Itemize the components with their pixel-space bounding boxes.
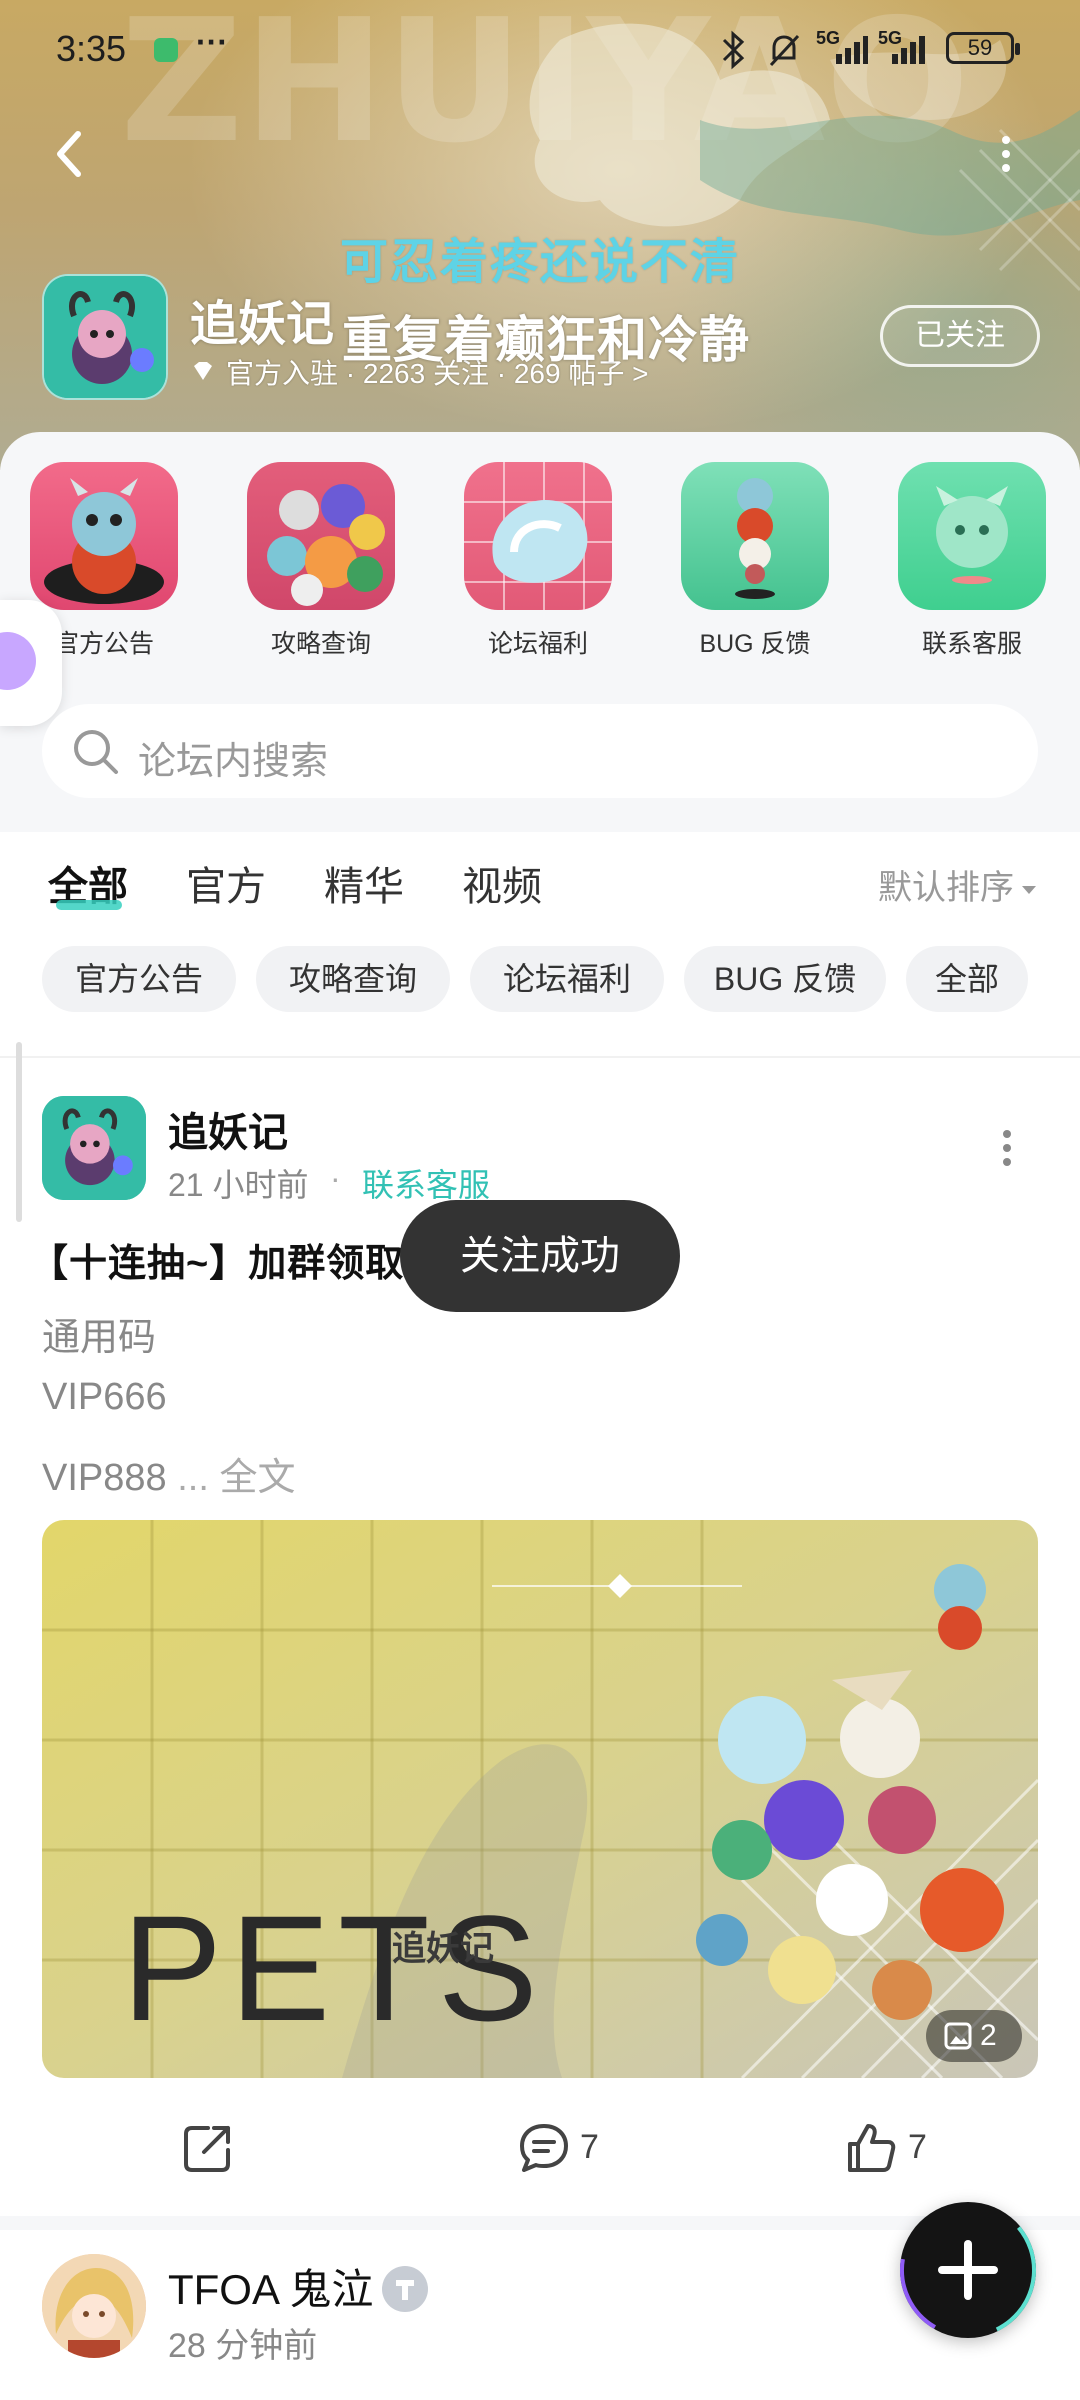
game-character-image xyxy=(44,276,166,398)
next-post-author-avatar[interactable] xyxy=(42,2254,146,2358)
chip-bug-report[interactable]: BUG 反馈 xyxy=(684,946,886,1012)
image-gallery-icon xyxy=(944,2022,972,2050)
shortcut-guides[interactable]: 攻略查询 xyxy=(246,462,396,660)
post-image[interactable]: PETS 追妖记 xyxy=(42,1520,1038,2078)
tab-active-indicator xyxy=(56,900,122,910)
floating-side-widget[interactable] xyxy=(0,600,62,726)
caret-down-icon xyxy=(1022,886,1036,895)
shortcut-guides-image xyxy=(247,462,395,610)
comment-button[interactable]: 7 xyxy=(516,2120,626,2176)
signal-1-icon xyxy=(836,36,868,64)
post-body-line: 通用码 xyxy=(42,1317,157,1359)
chip-guides[interactable]: 攻略查询 xyxy=(256,946,450,1012)
post-author-name[interactable]: 追妖记 xyxy=(168,1100,288,1158)
full-text-link[interactable]: 全文 xyxy=(219,1457,295,1499)
post-body-last-line: VIP888 ... 全文 xyxy=(42,1446,295,1501)
mute-bell-icon xyxy=(769,34,800,67)
shortcut-welfare-label: 论坛福利 xyxy=(487,630,588,658)
next-post-author-name[interactable]: TFOA 鬼泣 xyxy=(168,2256,373,2317)
user-level-badge-icon xyxy=(382,2266,428,2312)
tab-featured[interactable]: 精华 xyxy=(324,854,404,912)
post-body-line: VIP666 xyxy=(42,1376,167,1418)
image-count: 2 xyxy=(980,2019,997,2052)
scrollbar[interactable] xyxy=(16,1042,22,1222)
sort-label: 默认排序 xyxy=(878,869,1014,907)
comment-icon xyxy=(520,2124,568,2172)
next-post-time: 28 分钟前 xyxy=(168,2327,318,2365)
image-count-badge: 2 xyxy=(926,2010,1022,2062)
search-input[interactable]: 论坛内搜索 xyxy=(42,704,1038,798)
status-more: ··· xyxy=(196,24,228,60)
plus-icon xyxy=(900,2202,1036,2338)
shortcut-customer-service-image xyxy=(898,462,1046,610)
shortcut-guides-label: 攻略查询 xyxy=(270,630,371,658)
post-more-icon[interactable] xyxy=(1000,1128,1014,1168)
section-divider xyxy=(0,1056,1080,1058)
status-time: 3:35 xyxy=(56,28,127,69)
back-arrow-icon[interactable] xyxy=(50,126,90,182)
share-icon xyxy=(184,2126,230,2172)
shortcut-bug-report-label: BUG 反馈 xyxy=(699,630,811,658)
game-icon[interactable] xyxy=(42,274,168,400)
post-ellipsis: ... xyxy=(166,1457,220,1499)
tab-video[interactable]: 视频 xyxy=(462,854,542,912)
shortcut-welfare[interactable]: 论坛福利 xyxy=(463,462,613,660)
post-author-avatar[interactable] xyxy=(42,1096,146,1200)
search-placeholder: 论坛内搜索 xyxy=(138,741,329,783)
comment-count: 7 xyxy=(580,2128,599,2166)
shortcut-customer-service-label: 联系客服 xyxy=(921,630,1022,658)
lyric-line-2: 重复着癫狂和冷静 xyxy=(342,312,750,368)
lyric-line-1: 可忍着疼还说不清 xyxy=(340,236,741,289)
post-meta-separator: · xyxy=(330,1160,341,1196)
official-verified-icon xyxy=(194,362,212,380)
signal-2-icon xyxy=(892,36,925,64)
floating-widget-dot xyxy=(0,632,36,690)
shortcut-bug-report[interactable]: BUG 反馈 xyxy=(680,462,830,660)
image-game-logo-text: 追妖记 xyxy=(392,1929,494,1969)
chip-announcements[interactable]: 官方公告 xyxy=(42,946,236,1012)
shortcut-bug-report-image xyxy=(681,462,829,610)
like-button[interactable]: 7 xyxy=(844,2120,954,2176)
game-title: 追妖记 xyxy=(190,298,335,351)
chip-welfare[interactable]: 论坛福利 xyxy=(470,946,664,1012)
post-title[interactable]: 【十连抽~】加群领取 xyxy=(30,1232,404,1287)
search-icon xyxy=(74,730,118,774)
battery-indicator: 59 xyxy=(946,32,1020,64)
app-notification-icon xyxy=(154,38,178,62)
shortcut-announcements-image xyxy=(30,462,178,610)
sort-dropdown[interactable]: 默认排序 xyxy=(878,860,1038,909)
more-vertical-icon[interactable] xyxy=(996,134,1016,174)
toast-message: 关注成功 xyxy=(400,1200,680,1312)
post-time: 21 小时前 xyxy=(168,1167,309,1203)
shortcut-customer-service[interactable]: 联系客服 xyxy=(897,462,1047,660)
chip-all[interactable]: 全部 xyxy=(906,946,1028,1012)
post-body-text: VIP888 xyxy=(42,1457,167,1499)
like-count: 7 xyxy=(908,2128,927,2166)
shortcut-welfare-image xyxy=(464,462,612,610)
create-post-button[interactable] xyxy=(900,2202,1036,2338)
bluetooth-icon xyxy=(722,30,745,70)
tab-official[interactable]: 官方 xyxy=(186,854,266,912)
share-button[interactable] xyxy=(180,2120,240,2176)
thumbs-up-icon xyxy=(848,2124,896,2172)
forum-header-banner: ZHUIYAO 3:35 ··· 5G 5G 59 可忍着疼还说不清 追妖记 官… xyxy=(0,0,1080,470)
follow-button[interactable]: 已关注 xyxy=(880,305,1040,367)
